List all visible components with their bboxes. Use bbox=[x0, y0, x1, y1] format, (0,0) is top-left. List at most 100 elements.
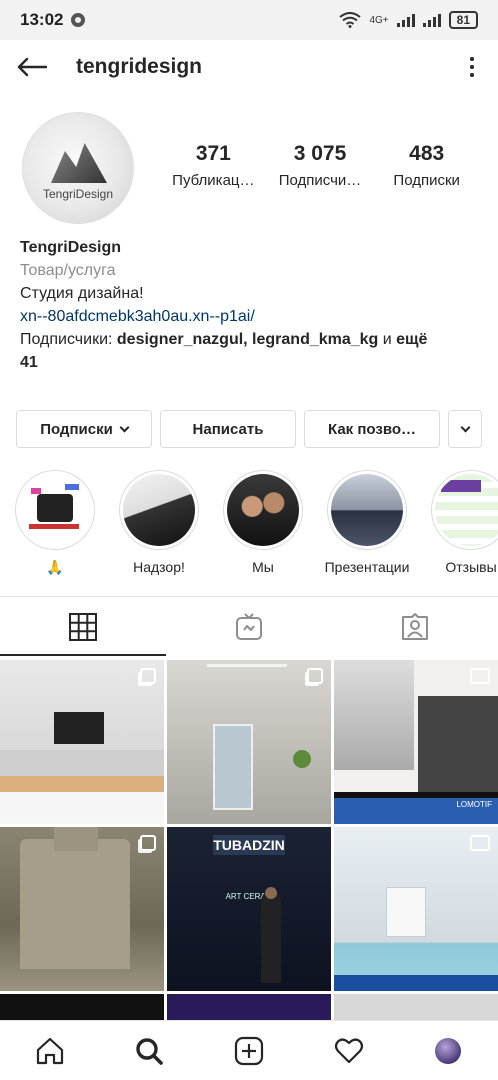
home-icon bbox=[36, 1037, 63, 1064]
video-icon bbox=[470, 835, 490, 851]
highlight-item[interactable]: Отзывы bbox=[419, 470, 498, 575]
carousel-icon bbox=[140, 668, 156, 684]
signal-icon-2 bbox=[422, 13, 441, 27]
stat-followers[interactable]: 3 075 Подписчи… bbox=[267, 142, 374, 189]
network-label: 4G+ bbox=[369, 14, 389, 26]
stat-following-label: Подписки bbox=[393, 172, 460, 189]
stat-followers-value: 3 075 bbox=[293, 142, 347, 165]
stat-following[interactable]: 483 Подписки bbox=[373, 142, 480, 189]
avatar-logo-text: TengriDesign bbox=[42, 187, 114, 201]
tagged-user-icon bbox=[402, 613, 428, 640]
profile-stats: 371 Публикац… 3 075 Подписчи… 483 Подпис… bbox=[160, 142, 480, 189]
highlight-ring bbox=[15, 470, 95, 550]
profile-avatar[interactable]: TengriDesign bbox=[22, 112, 134, 224]
nav-search[interactable] bbox=[100, 1036, 200, 1066]
profile-website-link[interactable]: xn--80afdcmebk3ah0au.xn--p1ai/ bbox=[20, 305, 480, 328]
profile-tabs bbox=[0, 598, 498, 656]
carousel-icon bbox=[307, 668, 323, 684]
post-thumbnail[interactable] bbox=[0, 660, 164, 824]
followed-by-names: designer_nazgul, legrand_kma_kg bbox=[116, 331, 379, 348]
chevron-down-icon bbox=[119, 422, 130, 432]
igtv-icon bbox=[236, 613, 262, 640]
highlight-item[interactable]: Надзор! bbox=[107, 470, 211, 575]
wifi-icon bbox=[339, 12, 362, 28]
profile-header: tengridesign bbox=[0, 40, 498, 94]
highlight-label: Надзор! bbox=[133, 559, 185, 575]
highlight-image bbox=[227, 474, 299, 546]
nav-home[interactable] bbox=[0, 1036, 100, 1066]
video-icon bbox=[470, 668, 490, 684]
brand-sign: TUBADZIN bbox=[213, 835, 285, 855]
tab-igtv[interactable] bbox=[166, 598, 332, 656]
logo-mountain-icon bbox=[51, 143, 107, 183]
highlight-item[interactable]: 🙏 bbox=[3, 470, 107, 576]
profile-bio: TengriDesign Товар/услуга Студия дизайна… bbox=[20, 236, 480, 374]
highlight-image bbox=[123, 474, 195, 546]
followed-by-and: и bbox=[378, 331, 397, 348]
highlight-ring bbox=[431, 470, 498, 550]
highlight-item[interactable]: Презентации bbox=[315, 470, 419, 575]
highlight-label: 🙏 bbox=[46, 559, 64, 575]
contact-button[interactable]: Как позво… bbox=[304, 410, 440, 448]
followed-by-count: 41 bbox=[20, 354, 38, 371]
status-time: 13:02 bbox=[20, 10, 64, 29]
story-highlights: 🙏 Надзор! Мы Презентации Отзывы bbox=[0, 470, 498, 580]
grid-icon bbox=[69, 613, 97, 641]
status-icons: 4G+ 81 bbox=[339, 11, 478, 29]
heart-icon bbox=[334, 1038, 363, 1063]
highlight-image bbox=[331, 474, 403, 546]
stat-posts-value: 371 bbox=[195, 142, 231, 165]
settings-gear-icon bbox=[71, 13, 86, 27]
contact-button-label: Как позво… bbox=[327, 420, 417, 438]
highlight-label: Презентации bbox=[324, 559, 410, 575]
followed-by-text[interactable]: Подписчики: designer_nazgul, legrand_kma… bbox=[20, 328, 480, 374]
section-divider bbox=[0, 596, 498, 597]
stat-posts-label: Публикац… bbox=[172, 172, 255, 189]
highlight-ring bbox=[119, 470, 199, 550]
highlight-ring bbox=[223, 470, 303, 550]
highlight-image bbox=[19, 474, 91, 546]
message-button[interactable]: Написать bbox=[160, 410, 296, 448]
status-bar: 13:02 4G+ 81 bbox=[0, 0, 498, 40]
chevron-down-icon bbox=[460, 422, 470, 432]
more-options-icon[interactable] bbox=[462, 57, 482, 77]
message-button-label: Написать bbox=[192, 420, 264, 438]
highlight-label: Отзывы bbox=[445, 559, 497, 575]
screen-label: LOMOTIF bbox=[456, 800, 492, 809]
following-button[interactable]: Подписки bbox=[16, 410, 152, 448]
search-icon bbox=[136, 1037, 164, 1065]
suggestions-button[interactable] bbox=[448, 410, 482, 448]
add-post-icon bbox=[234, 1036, 264, 1065]
nav-new-post[interactable] bbox=[199, 1036, 299, 1066]
nav-profile[interactable] bbox=[398, 1037, 498, 1064]
highlight-ring bbox=[327, 470, 407, 550]
profile-actions: Подписки Написать Как позво… bbox=[16, 410, 482, 448]
highlight-label: Мы bbox=[252, 559, 274, 575]
tab-tagged[interactable] bbox=[332, 598, 498, 656]
stat-followers-label: Подписчи… bbox=[278, 172, 362, 189]
highlight-item[interactable]: Мы bbox=[211, 470, 315, 575]
post-thumbnail[interactable]: TUBADZIN ART CERAM bbox=[167, 827, 331, 991]
profile-avatar-icon bbox=[435, 1037, 462, 1064]
tab-grid[interactable] bbox=[0, 598, 166, 656]
highlight-image bbox=[435, 474, 498, 546]
battery-icon: 81 bbox=[448, 11, 478, 29]
stat-posts[interactable]: 371 Публикац… bbox=[160, 142, 267, 189]
profile-name: TengriDesign bbox=[20, 239, 122, 256]
post-thumbnail[interactable] bbox=[334, 827, 498, 991]
signal-icon bbox=[396, 13, 415, 27]
nav-activity[interactable] bbox=[299, 1036, 399, 1066]
posts-grid: LOMOTIF TUBADZIN ART CERAM bbox=[0, 660, 498, 1024]
profile-username: tengridesign bbox=[76, 55, 203, 78]
followed-by-more: ещё bbox=[396, 331, 428, 348]
post-thumbnail[interactable] bbox=[0, 827, 164, 991]
following-button-label: Подписки bbox=[40, 420, 113, 438]
stat-following-value: 483 bbox=[409, 142, 445, 165]
bottom-navigation bbox=[0, 1020, 498, 1080]
post-thumbnail[interactable]: LOMOTIF bbox=[334, 660, 498, 824]
carousel-icon bbox=[140, 835, 156, 851]
profile-category: Товар/услуга bbox=[20, 262, 116, 279]
back-arrow-icon[interactable] bbox=[16, 51, 48, 83]
profile-bio-text: Студия дизайна! bbox=[20, 285, 144, 302]
post-thumbnail[interactable] bbox=[167, 660, 331, 824]
